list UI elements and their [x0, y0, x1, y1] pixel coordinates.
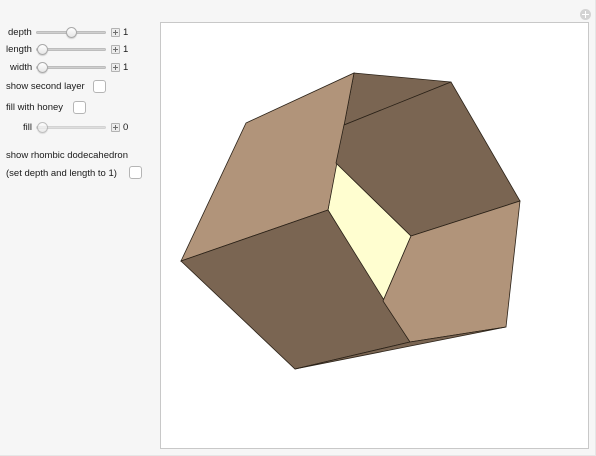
- rhombic-label-line1: show rhombic dodecahedron: [6, 150, 128, 161]
- expand-panel-icon[interactable]: [580, 9, 591, 20]
- fill-value: 0: [123, 122, 129, 133]
- length-label: length: [6, 44, 32, 55]
- 3d-viewport[interactable]: [160, 22, 589, 449]
- fill-label: fill: [23, 122, 32, 133]
- fill-slider-thumb[interactable]: [37, 122, 48, 133]
- honeycomb-cell-graphic[interactable]: [161, 23, 590, 450]
- app-window: depth 1 length 1 width 1 show second lay…: [0, 0, 596, 456]
- fill-expand-button[interactable]: [111, 123, 120, 132]
- depth-slider-thumb[interactable]: [66, 27, 77, 38]
- fill-with-honey-checkbox[interactable]: [73, 101, 86, 114]
- show-second-layer-label: show second layer: [6, 81, 85, 92]
- show-rhombic-dodecahedron-checkbox[interactable]: [129, 166, 142, 179]
- width-value: 1: [123, 62, 129, 73]
- control-panel: depth 1 length 1 width 1 show second lay…: [0, 0, 158, 456]
- length-value: 1: [123, 44, 129, 55]
- fill-with-honey-label: fill with honey: [6, 102, 64, 113]
- depth-value: 1: [123, 27, 129, 38]
- rhombic-label-line2: (set depth and length to 1): [6, 168, 117, 179]
- depth-label: depth: [8, 27, 32, 38]
- width-expand-button[interactable]: [111, 63, 120, 72]
- show-second-layer-checkbox[interactable]: [93, 80, 106, 93]
- length-expand-button[interactable]: [111, 45, 120, 54]
- length-slider-thumb[interactable]: [37, 44, 48, 55]
- width-label: width: [10, 62, 33, 73]
- depth-expand-button[interactable]: [111, 28, 120, 37]
- width-slider-thumb[interactable]: [37, 62, 48, 73]
